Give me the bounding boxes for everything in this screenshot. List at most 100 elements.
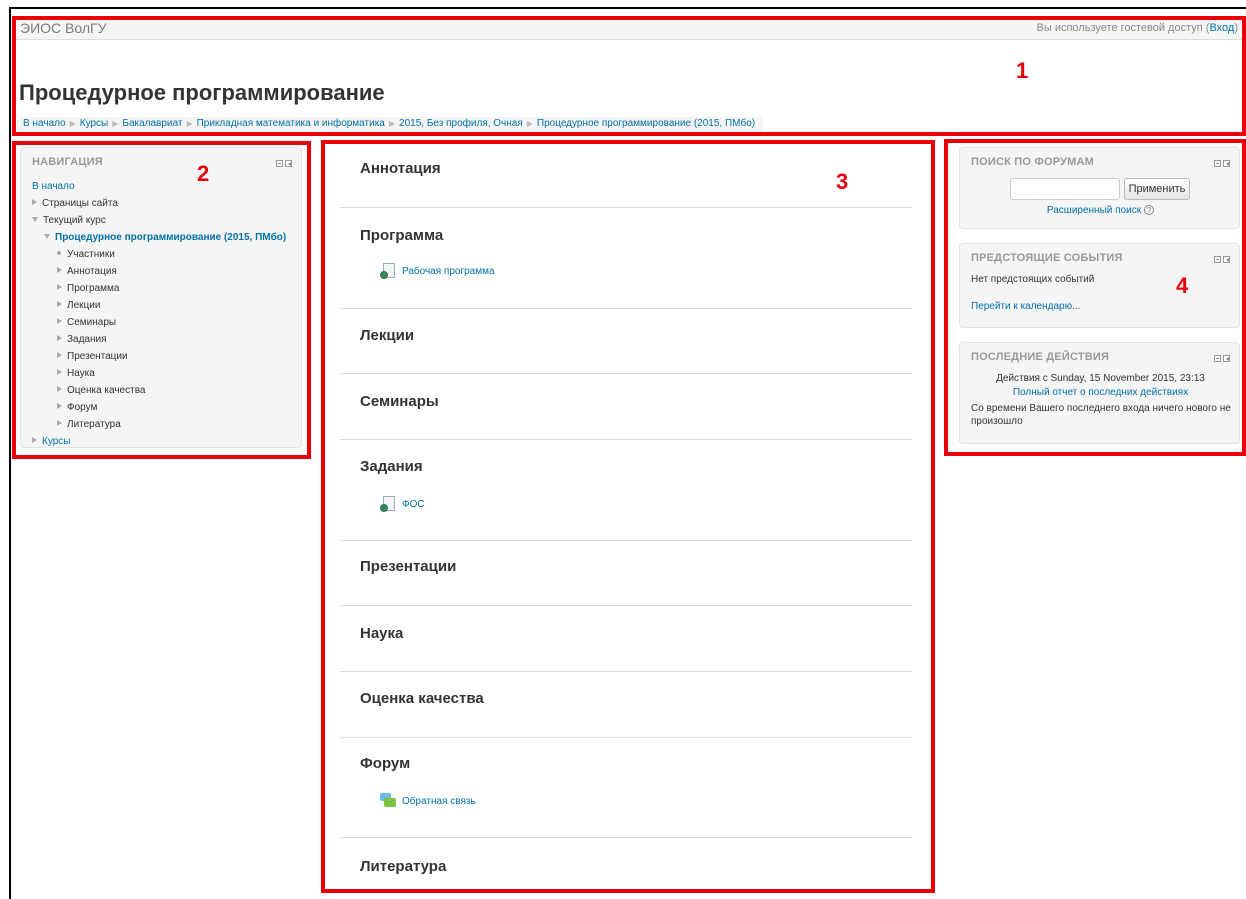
nav-seminars-label: Семинары [67, 317, 117, 328]
section-title: Оценка качества [360, 690, 484, 707]
forum-search-apply-button[interactable]: Применить [1124, 178, 1190, 200]
frame-left-line [9, 7, 11, 899]
breadcrumb-home[interactable]: В начало [23, 118, 66, 129]
go-to-calendar-link[interactable]: Перейти к календарю... [971, 301, 1080, 312]
nav-item-literature[interactable]: Литература [32, 416, 286, 433]
nav-literature-label: Литература [67, 419, 121, 430]
activity-fos[interactable]: ФОС [380, 496, 425, 512]
activity-link[interactable]: Обратная связь [402, 796, 476, 807]
collapse-block-icon[interactable] [276, 160, 283, 167]
nav-course-link[interactable]: Процедурное программирование (2015, ПМбо… [55, 232, 286, 243]
section-title: Аннотация [360, 160, 441, 177]
upcoming-events-title: ПРЕДСТОЯЩИЕ СОБЫТИЯ [971, 252, 1123, 264]
activity-link[interactable]: ФОС [402, 499, 425, 510]
nav-item-lectures[interactable]: Лекции [32, 297, 286, 314]
nav-item-quality[interactable]: Оценка качества [32, 382, 286, 399]
breadcrumb-program[interactable]: Прикладная математика и информатика [197, 118, 385, 129]
collapse-arrow-icon [32, 217, 38, 222]
resource-page-icon [380, 263, 396, 279]
section-title: Задания [360, 458, 423, 475]
nav-item-participants[interactable]: Участники [32, 246, 286, 263]
section-seminars: Семинары [340, 374, 912, 440]
section-literature: Литература [340, 838, 912, 875]
dock-block-icon[interactable] [1223, 160, 1230, 167]
full-report-link[interactable]: Полный отчет о последних действиях [960, 387, 1241, 398]
nav-item-seminars[interactable]: Семинары [32, 314, 286, 331]
nav-item-site-pages[interactable]: Страницы сайта [32, 195, 286, 212]
section-title: Программа [360, 227, 444, 244]
breadcrumb-separator-icon: ▶ [186, 119, 193, 128]
nav-item-program[interactable]: Программа [32, 280, 286, 297]
forum-search-input[interactable] [1010, 178, 1120, 200]
expand-arrow-icon [57, 301, 62, 307]
nav-item-course: Процедурное программирование (2015, ПМбо… [32, 229, 286, 246]
block-controls [276, 160, 292, 167]
activity-since-text: Действия с Sunday, 15 November 2015, 23:… [996, 373, 1205, 384]
nav-item-home: В начало [32, 178, 286, 195]
site-name-link[interactable]: ЭИОС ВолГУ [20, 20, 106, 36]
nav-lectures-label: Лекции [67, 300, 101, 311]
collapse-block-icon[interactable] [1214, 256, 1221, 263]
expand-arrow-icon [57, 386, 62, 392]
page-title: Процедурное программирование [19, 80, 385, 105]
nav-item-current-course[interactable]: Текущий курс [32, 212, 286, 229]
annotation-number-1: 1 [1016, 58, 1029, 83]
section-lectures: Лекции [340, 309, 912, 374]
expand-arrow-icon [57, 284, 62, 290]
breadcrumb-courses[interactable]: Курсы [80, 118, 108, 129]
breadcrumb-separator-icon: ▶ [388, 119, 396, 128]
section-presentations: Презентации [340, 541, 912, 606]
nav-presentations-label: Презентации [67, 351, 128, 362]
section-title: Семинары [360, 393, 439, 410]
section-tasks: Задания ФОС [340, 440, 912, 541]
collapse-block-icon[interactable] [1214, 355, 1221, 362]
expand-arrow-icon [57, 335, 62, 341]
dock-block-icon[interactable] [1223, 256, 1230, 263]
nav-item-annotation[interactable]: Аннотация [32, 263, 286, 280]
nav-courses-label: Курсы [42, 436, 71, 447]
search-forums-block: ПОИСК ПО ФОРУМАМ Применить Расширенный п… [959, 147, 1240, 229]
expand-arrow-icon [57, 318, 62, 324]
section-annotation: Аннотация [340, 145, 912, 208]
nav-item-tasks[interactable]: Задания [32, 331, 286, 348]
nav-item-presentations[interactable]: Презентации [32, 348, 286, 365]
activity-work-program[interactable]: Рабочая программа [380, 263, 495, 279]
no-events-text: Нет предстоящих событий [971, 274, 1095, 285]
nav-site-pages-label: Страницы сайта [42, 198, 118, 209]
collapse-arrow-icon [44, 234, 50, 239]
breadcrumb-separator-icon: ▶ [69, 119, 76, 128]
nav-item-forum[interactable]: Форум [32, 399, 286, 416]
collapse-block-icon[interactable] [1214, 160, 1221, 167]
advanced-search-link[interactable]: Расширенный поиск [1047, 205, 1141, 216]
nav-item-science[interactable]: Наука [32, 365, 286, 382]
breadcrumb-course[interactable]: Процедурное программирование (2015, ПМбо… [537, 118, 755, 129]
expand-arrow-icon [57, 267, 62, 273]
activity-link[interactable]: Рабочая программа [402, 266, 495, 277]
top-navbar: ЭИОС ВолГУ Вы используете гостевой досту… [14, 18, 1242, 40]
frame-top-line [9, 7, 1246, 9]
section-science: Наука [340, 606, 912, 672]
forum-icon [380, 793, 396, 809]
login-info-text: Вы используете гостевой доступ ( [1036, 22, 1210, 34]
dock-block-icon[interactable] [285, 160, 292, 167]
recent-activity-block: ПОСЛЕДНИЕ ДЕЙСТВИЯ Действия с Sunday, 15… [959, 342, 1240, 444]
advanced-search-row: Расширенный поиск? [960, 205, 1241, 216]
breadcrumb: В начало ▶ Курсы ▶ Бакалавриат ▶ Прикладная ма… [17, 117, 764, 133]
annotation-number-2: 2 [197, 161, 210, 186]
nav-science-label: Наука [67, 368, 95, 379]
nav-home-link[interactable]: В начало [32, 181, 75, 192]
breadcrumb-separator-icon: ▶ [112, 119, 119, 128]
expand-arrow-icon [57, 403, 62, 409]
dock-block-icon[interactable] [1223, 355, 1230, 362]
resource-page-icon [380, 496, 396, 512]
search-forums-title: ПОИСК ПО ФОРУМАМ [971, 156, 1095, 168]
breadcrumb-year[interactable]: 2015, Без профиля, Очная [399, 118, 523, 129]
breadcrumb-bachelor[interactable]: Бакалавриат [122, 118, 182, 129]
nav-item-courses[interactable]: Курсы [32, 433, 286, 450]
nav-participants-label: Участники [67, 249, 115, 260]
help-icon[interactable]: ? [1144, 205, 1155, 215]
login-link[interactable]: Вход [1209, 22, 1234, 34]
recent-activity-title: ПОСЛЕДНИЕ ДЕЙСТВИЯ [971, 351, 1110, 363]
section-title: Лекции [360, 327, 415, 344]
activity-feedback[interactable]: Обратная связь [380, 793, 476, 809]
